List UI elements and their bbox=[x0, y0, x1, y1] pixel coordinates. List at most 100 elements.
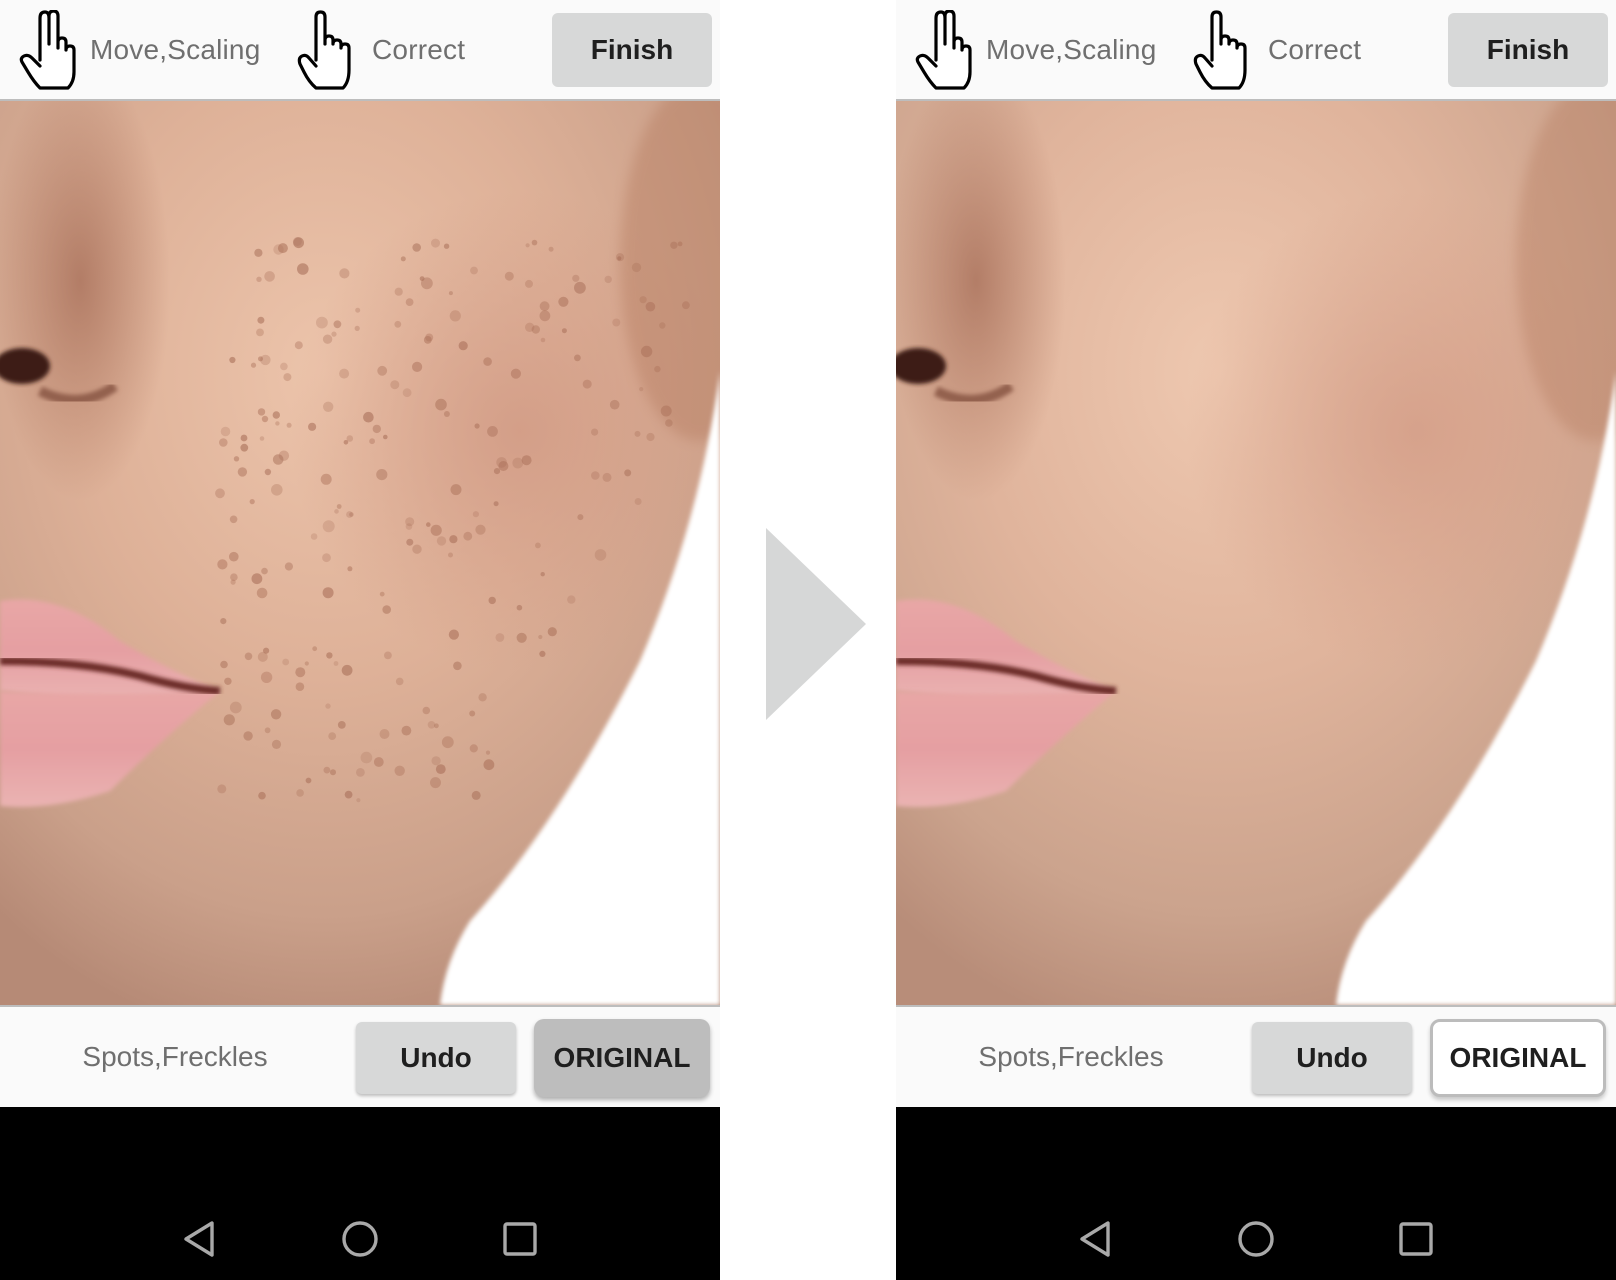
freckle-spot bbox=[525, 322, 535, 332]
back-triangle-icon[interactable] bbox=[1074, 1217, 1118, 1261]
freckle-spot bbox=[356, 798, 361, 803]
freckle-spot bbox=[240, 443, 249, 452]
right-arrow-icon bbox=[766, 528, 866, 720]
finish-button[interactable]: Finish bbox=[1448, 13, 1608, 87]
freckle-spot bbox=[412, 544, 422, 554]
freckle-spot bbox=[264, 468, 272, 476]
freckle-spot bbox=[260, 354, 271, 366]
photo-canvas[interactable] bbox=[0, 101, 720, 1005]
freckle-spot bbox=[257, 408, 266, 416]
freckle-spot bbox=[296, 789, 304, 797]
freckle-spot bbox=[322, 520, 335, 533]
bottom-toolbar: Spots,Freckles Undo ORIGINAL bbox=[0, 1007, 720, 1107]
freckle-spot bbox=[435, 398, 447, 411]
freckle-spot bbox=[423, 336, 432, 344]
freckle-spot bbox=[341, 664, 353, 676]
bottom-toolbar: Spots,Freckles Undo ORIGINAL bbox=[896, 1007, 1616, 1107]
freckle-spot bbox=[237, 467, 248, 477]
undo-button[interactable]: Undo bbox=[356, 1022, 516, 1094]
two-finger-hand-icon bbox=[915, 10, 972, 90]
freckle-spot bbox=[591, 428, 599, 436]
freckle-spot bbox=[280, 362, 288, 371]
freckle-spot bbox=[510, 368, 521, 379]
original-button[interactable]: ORIGINAL bbox=[1430, 1019, 1606, 1097]
freckle-spot bbox=[297, 263, 309, 275]
freckle-spot bbox=[356, 768, 365, 777]
freckle-spot bbox=[354, 325, 360, 331]
freckle-spot bbox=[475, 524, 486, 535]
correct-label: Correct bbox=[372, 34, 466, 65]
freckle-spot bbox=[426, 522, 431, 527]
freckle-spot bbox=[283, 373, 292, 382]
recent-apps-square-icon[interactable] bbox=[498, 1217, 542, 1261]
freckle-spot bbox=[323, 766, 331, 774]
freckle-spot bbox=[436, 536, 447, 546]
freckle-spot bbox=[240, 434, 248, 442]
freckle-spot bbox=[244, 652, 253, 661]
freckle-spot bbox=[631, 262, 642, 273]
freckle-spot bbox=[333, 320, 342, 329]
correct-tool[interactable]: Correct bbox=[1192, 10, 1361, 90]
freckle-spot bbox=[250, 362, 257, 368]
freckle-spot bbox=[382, 605, 392, 614]
freckle-spot bbox=[677, 241, 683, 247]
freckle-spot bbox=[284, 562, 293, 571]
phone-panel-before: Move,Scaling Correct Finish Spots,Freckl… bbox=[0, 0, 720, 1280]
freckle-spot bbox=[646, 432, 655, 442]
move-scaling-tool[interactable]: Move,Scaling bbox=[914, 10, 1156, 90]
android-navbar bbox=[896, 1107, 1616, 1280]
freckle-spot bbox=[215, 488, 225, 499]
freckle-spot bbox=[483, 357, 492, 366]
freckle-spot bbox=[220, 618, 227, 625]
move-scaling-tool[interactable]: Move,Scaling bbox=[18, 10, 260, 90]
finish-button[interactable]: Finish bbox=[552, 13, 712, 87]
freckle-spot bbox=[624, 469, 632, 477]
freckle-spot bbox=[257, 316, 265, 324]
freckle-spot bbox=[660, 405, 672, 417]
freckle-spot bbox=[394, 287, 403, 296]
freckle-spot bbox=[339, 368, 350, 379]
freckle-spot bbox=[264, 727, 271, 734]
recent-apps-square-icon[interactable] bbox=[1394, 1217, 1438, 1261]
freckle-spot bbox=[538, 634, 543, 640]
freckle-spot bbox=[310, 533, 318, 540]
freckle-spot bbox=[594, 549, 607, 561]
freckle-spot bbox=[383, 434, 388, 440]
freckle-spot bbox=[344, 790, 353, 799]
freckle-spot bbox=[220, 660, 228, 669]
top-toolbar: Move,Scaling Correct Finish bbox=[0, 0, 720, 101]
freckle-spot bbox=[275, 421, 280, 426]
phone-panel-after: Move,Scaling Correct Finish Spots,Freckl… bbox=[896, 0, 1616, 1280]
freckle-spot bbox=[282, 658, 290, 666]
freckle-spot bbox=[293, 237, 304, 249]
freckle-spot bbox=[230, 579, 236, 585]
freckle-spot bbox=[539, 650, 546, 658]
freckle-spot bbox=[384, 651, 392, 660]
photo-canvas[interactable] bbox=[896, 101, 1616, 1005]
freckle-spot bbox=[493, 468, 501, 475]
freckle-spot bbox=[495, 633, 505, 642]
freckle-spot bbox=[483, 759, 495, 771]
back-triangle-icon[interactable] bbox=[178, 1217, 222, 1261]
freckle-spot bbox=[458, 341, 468, 351]
freckle-spot bbox=[449, 310, 461, 322]
android-navbar bbox=[0, 1107, 720, 1280]
freckle-spot bbox=[272, 411, 280, 419]
home-circle-icon[interactable] bbox=[1234, 1217, 1278, 1261]
original-button[interactable]: ORIGINAL bbox=[534, 1019, 710, 1097]
freckle-spot bbox=[256, 328, 264, 337]
freckle-spot bbox=[373, 757, 384, 767]
freckle-spot bbox=[558, 296, 569, 307]
freckle-spot bbox=[431, 238, 440, 248]
freckle-spot bbox=[574, 354, 581, 362]
home-circle-icon[interactable] bbox=[338, 1217, 382, 1261]
freckle-spot bbox=[377, 365, 388, 376]
freckle-spot bbox=[604, 275, 612, 284]
freckle-spot bbox=[328, 732, 337, 740]
freckle-spot bbox=[271, 484, 283, 496]
undo-button[interactable]: Undo bbox=[1252, 1022, 1412, 1094]
freckle-spot bbox=[256, 587, 268, 599]
freckle-spot bbox=[496, 457, 507, 468]
freckle-spot bbox=[448, 552, 453, 558]
correct-tool[interactable]: Correct bbox=[296, 10, 465, 90]
